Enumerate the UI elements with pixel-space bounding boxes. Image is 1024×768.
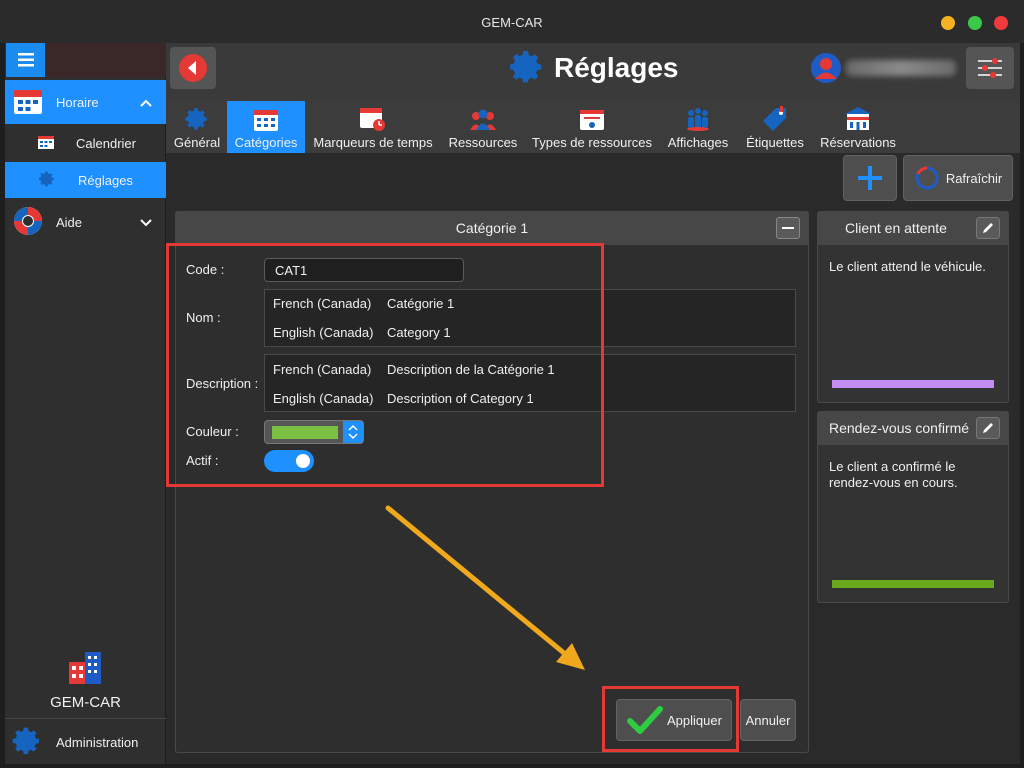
- calendar-icon: [13, 87, 43, 118]
- window-title: GEM-CAR: [481, 15, 543, 30]
- plus-icon: [858, 166, 882, 190]
- tab-label: Général: [173, 135, 221, 150]
- tab-types-de-ressources[interactable]: Types de ressources: [528, 101, 656, 153]
- pencil-icon: [983, 223, 993, 233]
- tab-label: Marqueurs de temps: [313, 135, 433, 150]
- tab-label: Catégories: [234, 135, 298, 150]
- back-arrow-icon: [179, 54, 207, 82]
- sidebar-item-reglages[interactable]: Réglages: [5, 162, 166, 198]
- card-color-bar: [832, 580, 994, 588]
- gear-icon: [11, 725, 43, 760]
- annotation-arrow-icon: [385, 505, 585, 670]
- maximize-icon[interactable]: [968, 16, 982, 30]
- tab-categories[interactable]: Catégories: [227, 101, 305, 153]
- user-name-blurred: [846, 60, 956, 76]
- gear-icon: [184, 106, 210, 135]
- sidebar-item-label: Horaire: [56, 94, 99, 110]
- gear-icon: [508, 48, 546, 89]
- tab-etiquettes[interactable]: Étiquettes: [741, 101, 809, 153]
- page-title-text: Réglages: [554, 52, 679, 83]
- minimize-icon[interactable]: [941, 16, 955, 30]
- refresh-icon: [915, 166, 939, 190]
- card-color-bar: [832, 380, 994, 388]
- collapse-button[interactable]: [776, 217, 800, 239]
- sidebar-item-horaire[interactable]: Horaire: [5, 80, 166, 124]
- highlight-apply-frame: [602, 686, 739, 752]
- sliders-icon: [978, 58, 1002, 78]
- category-panel-header: Catégorie 1: [175, 211, 809, 245]
- chevron-up-icon[interactable]: [140, 95, 152, 110]
- sidebar-divider: [5, 718, 166, 719]
- add-button[interactable]: [843, 155, 897, 201]
- tab-label: Affichages: [667, 135, 729, 150]
- id-card-icon: [579, 108, 605, 135]
- tab-reservations[interactable]: Réservations: [816, 101, 900, 153]
- tab-marqueurs-de-temps[interactable]: Marqueurs de temps: [309, 101, 437, 153]
- sidebar-item-label: Réglages: [78, 172, 133, 188]
- sidebar-item-label: Calendrier: [76, 135, 136, 151]
- panel-title: Catégorie 1: [455, 220, 529, 236]
- group-icon: [685, 106, 711, 135]
- sidebar-item-aide[interactable]: Aide: [5, 200, 166, 244]
- close-icon[interactable]: [994, 16, 1008, 30]
- hamburger-icon[interactable]: [6, 43, 45, 77]
- cancel-label: Annuler: [745, 712, 791, 728]
- refresh-button[interactable]: Rafraîchir: [903, 155, 1013, 201]
- lifebuoy-icon: [13, 206, 43, 239]
- card-text: Le client a confirmé le rendez-vous en c…: [829, 459, 958, 490]
- brand-logo-icon: [67, 650, 105, 689]
- administration-label: Administration: [56, 734, 139, 750]
- sidebar-header-fill: [45, 43, 166, 77]
- chevron-down-icon[interactable]: [140, 215, 152, 230]
- back-button[interactable]: [170, 47, 216, 89]
- pencil-icon: [983, 423, 993, 433]
- tab-label: Étiquettes: [746, 135, 804, 150]
- card-title: Rendez-vous confirmé: [829, 420, 970, 436]
- people-icon: [468, 108, 498, 135]
- brand-name: GEM-CAR: [50, 694, 121, 711]
- title-bar: GEM-CAR: [0, 0, 1024, 44]
- calendar-grid-icon: [253, 108, 279, 135]
- minus-icon: [782, 227, 794, 229]
- gear-icon: [38, 170, 56, 191]
- user-avatar[interactable]: [810, 52, 842, 87]
- tab-label: Types de ressources: [532, 135, 652, 150]
- settings-menu-button[interactable]: [966, 47, 1014, 89]
- card-title: Client en attente: [845, 220, 947, 236]
- edit-button[interactable]: [976, 217, 1000, 239]
- tab-ressources[interactable]: Ressources: [444, 101, 522, 153]
- card-text: Le client attend le véhicule.: [829, 259, 986, 274]
- sidebar-item-calendrier[interactable]: Calendrier: [5, 125, 166, 161]
- calendar-small-icon: [38, 135, 54, 152]
- tab-label: Ressources: [448, 135, 518, 150]
- refresh-label: Rafraîchir: [945, 170, 1003, 186]
- edit-button[interactable]: [976, 417, 1000, 439]
- administration-link[interactable]: Administration: [5, 722, 166, 762]
- tab-general[interactable]: Général: [170, 101, 224, 153]
- building-icon: [844, 106, 872, 135]
- highlight-form-frame: [166, 243, 604, 487]
- page-title: Réglages: [508, 50, 679, 86]
- cancel-button[interactable]: Annuler: [740, 699, 796, 741]
- tab-label: Réservations: [820, 135, 896, 150]
- tab-affichages[interactable]: Affichages: [663, 101, 733, 153]
- tag-icon: [762, 106, 788, 135]
- sidebar-item-label: Aide: [56, 214, 83, 230]
- calendar-clock-icon: [359, 106, 387, 135]
